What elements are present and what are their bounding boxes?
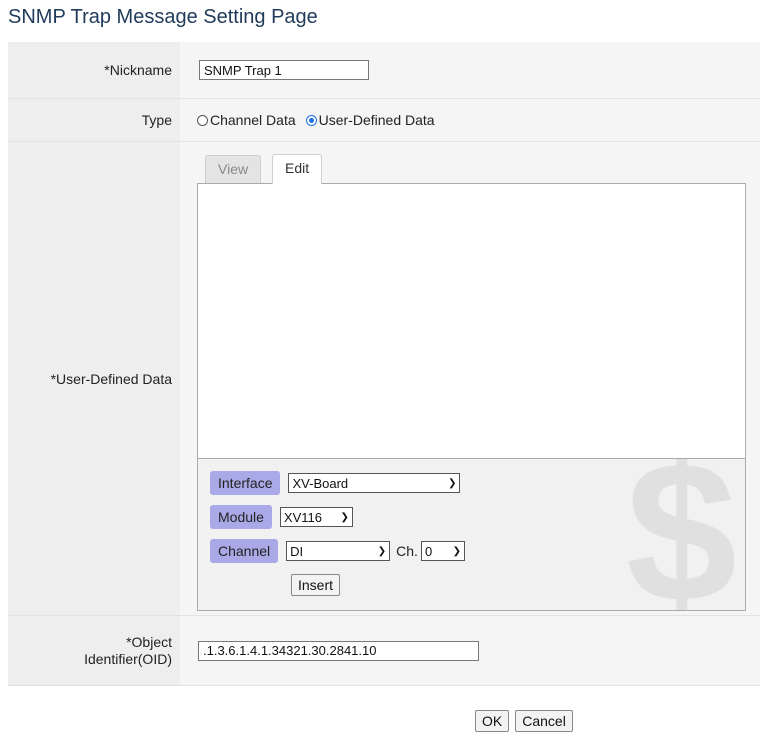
tab-edit[interactable]: Edit	[272, 154, 323, 184]
user-defined-data-editor: View Edit $ Interface XV-Board ❯ Module …	[197, 154, 746, 611]
ch-label: Ch.	[396, 543, 418, 559]
insert-row: Insert	[291, 573, 341, 597]
footer-buttons: OK Cancel	[475, 710, 573, 732]
type-option-user-defined-data[interactable]: User-Defined Data	[305, 112, 435, 128]
oid-row: *Object Identifier(OID)	[8, 616, 760, 686]
radio-unselected-icon[interactable]	[197, 115, 208, 126]
type-label: Type	[8, 99, 180, 141]
chevron-down-icon: ❯	[452, 545, 461, 557]
chevron-down-icon: ❯	[377, 545, 387, 557]
nickname-label: *Nickname	[8, 42, 180, 98]
module-row: Module XV116 ❯	[210, 505, 353, 529]
ch-select[interactable]: 0 ❯	[420, 541, 465, 561]
oid-input[interactable]	[198, 640, 479, 661]
radio-selected-icon[interactable]	[305, 115, 317, 126]
module-select[interactable]: XV116 ❯	[279, 507, 353, 527]
type-row: Type Channel Data User-Defined Data	[8, 99, 760, 142]
user-defined-data-label: *User-Defined Data	[8, 142, 180, 615]
interface-row: Interface XV-Board ❯	[210, 471, 461, 495]
cancel-button[interactable]: Cancel	[515, 710, 573, 732]
oid-label: *Object Identifier(OID)	[8, 616, 180, 685]
channel-label: Channel	[210, 539, 279, 563]
module-label: Module	[210, 505, 272, 529]
type-option-channel-data[interactable]: Channel Data	[197, 112, 296, 128]
channel-select[interactable]: DI ❯	[286, 541, 391, 561]
channel-row: Channel DI ❯ Ch. 0 ❯	[210, 539, 465, 563]
interface-select[interactable]: XV-Board ❯	[288, 473, 461, 493]
tab-view[interactable]: View	[205, 155, 262, 183]
chevron-down-icon: ❯	[448, 477, 457, 489]
ok-button[interactable]: OK	[475, 710, 510, 732]
dollar-watermark-icon: $	[625, 459, 737, 611]
user-defined-data-textarea[interactable]	[197, 183, 746, 459]
editor-tabs: View Edit	[197, 154, 746, 184]
nickname-row: *Nickname	[8, 42, 760, 99]
insert-panel: $ Interface XV-Board ❯ Module XV116 ❯ Ch…	[197, 459, 746, 611]
insert-button[interactable]: Insert	[291, 574, 341, 596]
nickname-input[interactable]	[199, 60, 369, 80]
page-title: SNMP Trap Message Setting Page	[8, 6, 318, 28]
chevron-down-icon: ❯	[340, 511, 349, 523]
interface-label: Interface	[210, 471, 281, 495]
